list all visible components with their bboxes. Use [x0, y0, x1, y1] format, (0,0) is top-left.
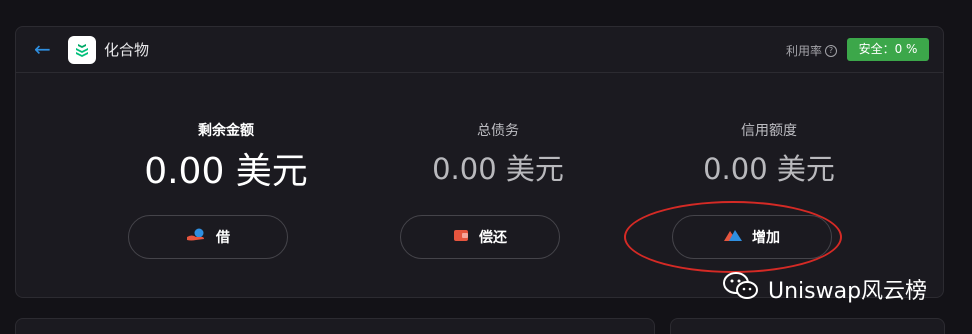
- utilization-label: 利用率 ?: [786, 42, 837, 59]
- highlight-circle-annotation: [624, 201, 842, 273]
- stat-value: 0.00 美元: [432, 152, 564, 186]
- wechat-icon: [722, 271, 760, 307]
- utilization-text: 利用率: [785, 44, 822, 58]
- bottom-panel-right: [670, 318, 945, 334]
- stat-value: 0.00 美元: [703, 152, 835, 186]
- compound-logo-icon: [68, 36, 96, 64]
- stat-label: 剩余金额: [198, 123, 254, 139]
- stat-label: 信用额度: [741, 123, 797, 139]
- panel-header: ← 化合物 利用率 ? 安全：0 %: [16, 27, 943, 73]
- app-title: 化合物: [104, 41, 150, 59]
- borrow-button[interactable]: 借: [128, 215, 288, 259]
- total-debt-stat: 总债务 0.00 美元: [378, 120, 618, 188]
- watermark-text: Uniswap风云榜: [768, 279, 928, 304]
- borrow-label: 借: [216, 230, 230, 246]
- stat-label: 总债务: [477, 123, 519, 139]
- stat-value: 0.00 美元: [144, 151, 308, 192]
- arrow-left-icon[interactable]: ←: [34, 38, 54, 60]
- bottom-panel-left: [15, 318, 655, 334]
- borrow-hand-icon: [186, 228, 206, 246]
- safety-status-badge: 安全：0 %: [847, 38, 929, 61]
- remaining-amount-stat: 剩余金额 0.00 美元: [106, 120, 346, 194]
- repay-button[interactable]: 偿还: [400, 215, 560, 259]
- repay-wallet-icon: [453, 228, 469, 246]
- repay-label: 偿还: [479, 230, 507, 246]
- credit-limit-stat: 信用额度 0.00 美元: [649, 120, 889, 188]
- watermark: Uniswap风云榜: [722, 272, 927, 306]
- help-circle-icon[interactable]: ?: [825, 44, 837, 57]
